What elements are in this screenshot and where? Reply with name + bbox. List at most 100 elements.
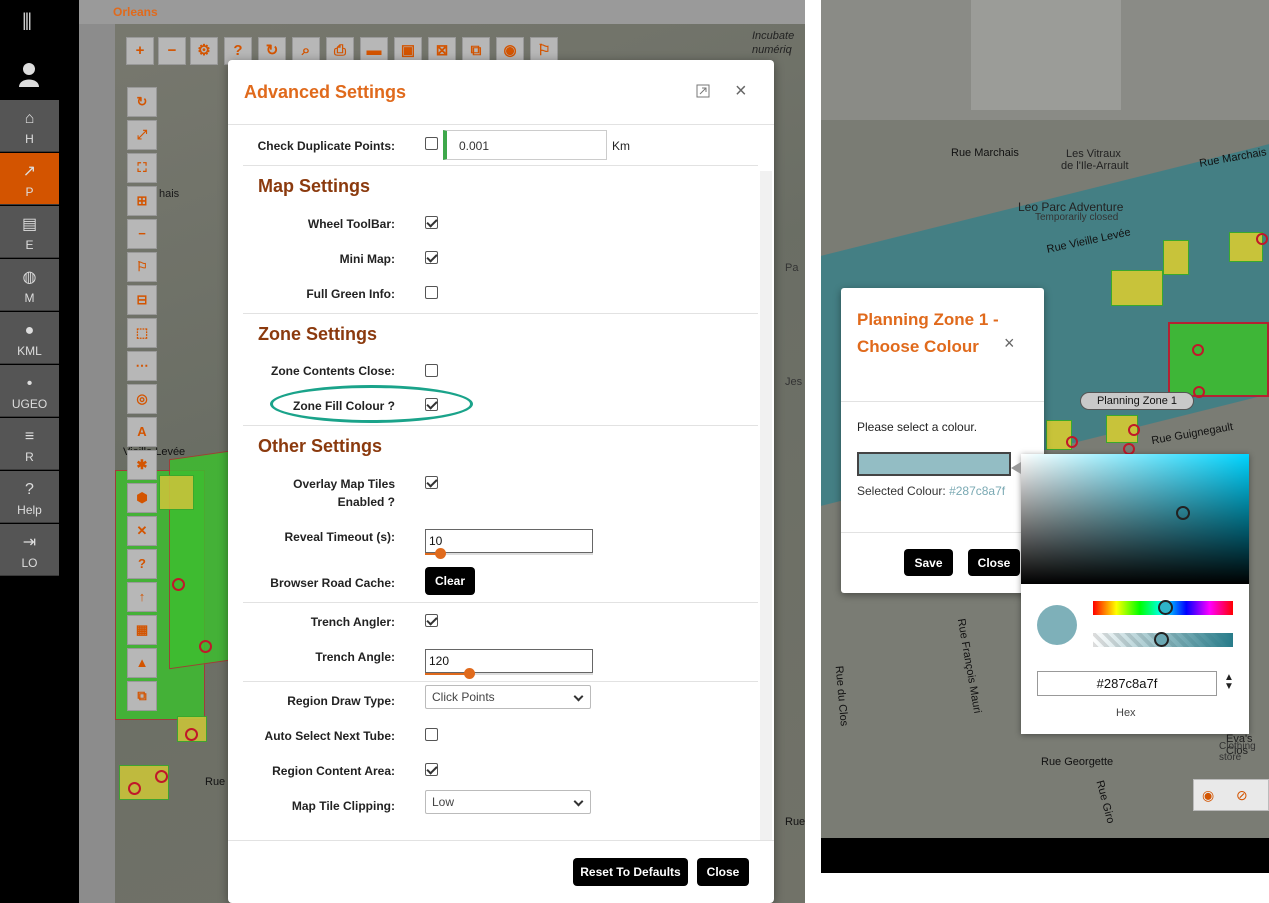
close-button[interactable]: Close xyxy=(968,549,1020,576)
save-button[interactable]: Save xyxy=(904,549,953,576)
zone-marker[interactable] xyxy=(1128,424,1140,436)
zone-marker[interactable] xyxy=(1192,344,1204,356)
duplicate-distance-input[interactable]: 0.001 xyxy=(443,130,607,160)
asterisk-icon[interactable]: ✱ xyxy=(127,450,157,480)
reset-defaults-button[interactable]: Reset To Defaults xyxy=(573,858,688,886)
expand-icon[interactable]: ⤢ xyxy=(127,120,157,150)
settings-gear-icon[interactable]: ⚙ xyxy=(190,37,218,65)
mini-map-checkbox[interactable] xyxy=(425,251,438,264)
zone-marker[interactable] xyxy=(1256,233,1268,245)
zone-marker[interactable] xyxy=(199,640,212,653)
target-icon[interactable]: ◎ xyxy=(127,384,157,414)
hexagon-icon[interactable]: ⬢ xyxy=(127,483,157,513)
reveal-slider-handle[interactable] xyxy=(435,548,446,559)
antenna-icon[interactable]: A xyxy=(127,417,157,447)
colour-swatch[interactable] xyxy=(857,452,1011,476)
zone-polygon[interactable] xyxy=(1163,240,1189,275)
region-draw-type-select[interactable]: Click Points xyxy=(425,685,591,709)
zoom-out-button[interactable]: − xyxy=(158,37,186,65)
auto-select-next-tube-checkbox[interactable] xyxy=(425,728,438,741)
menu-icon[interactable]: ||| xyxy=(22,10,32,31)
table-icon[interactable]: ⊞ xyxy=(127,186,157,216)
nav-item-help[interactable]: ? Help xyxy=(0,471,59,523)
zone-marker[interactable] xyxy=(1193,386,1205,398)
flag-icon[interactable]: ⚐ xyxy=(127,252,157,282)
zone-marker[interactable] xyxy=(1066,436,1078,448)
map-tile-clipping-label: Map Tile Clipping: xyxy=(291,799,395,813)
hue-handle[interactable] xyxy=(1158,600,1173,615)
hex-input[interactable]: #287c8a7f xyxy=(1037,671,1217,696)
map-label: Clothing store xyxy=(1219,741,1256,763)
reveal-timeout-label: Reveal Timeout (s): xyxy=(284,530,395,544)
road-icon[interactable]: ▲ xyxy=(127,648,157,678)
alpha-handle[interactable] xyxy=(1154,632,1169,647)
expand-icon[interactable] xyxy=(696,84,710,98)
sign-icon[interactable]: ⊟ xyxy=(127,285,157,315)
polygon-icon[interactable]: ⬚ xyxy=(127,318,157,348)
nav-item-home[interactable]: ⌂ H xyxy=(0,100,59,152)
close-icon[interactable]: ✕ xyxy=(127,516,157,546)
close-button[interactable]: Close xyxy=(697,858,749,886)
close-icon[interactable]: × xyxy=(735,80,747,103)
zone-polygon[interactable] xyxy=(1168,322,1269,397)
layers-icon[interactable]: ⧉ xyxy=(127,681,157,711)
wheel-toolbar-checkbox[interactable] xyxy=(425,216,438,229)
zone-label-pill[interactable]: Planning Zone 1 xyxy=(1080,392,1194,410)
format-toggle-icon[interactable]: ▲ ▼ xyxy=(1224,673,1234,692)
arrow-up-icon[interactable]: ↑ xyxy=(127,582,157,612)
trench-slider-fill xyxy=(425,673,469,675)
zone-contents-close-checkbox[interactable] xyxy=(425,364,438,377)
user-icon[interactable] xyxy=(18,62,40,88)
globe-icon: ◍ xyxy=(22,269,37,286)
trench-angler-checkbox[interactable] xyxy=(425,614,438,627)
trench-slider-handle[interactable] xyxy=(464,668,475,679)
zone-marker[interactable] xyxy=(172,578,185,591)
map-tile-clipping-select[interactable]: Low xyxy=(425,790,591,814)
map-label: Temporarily closed xyxy=(1035,212,1119,223)
nav-item-label: E xyxy=(25,238,34,252)
clear-button[interactable]: Clear xyxy=(425,567,475,595)
full-green-info-label: Full Green Info: xyxy=(306,287,395,301)
zone-marker[interactable] xyxy=(185,728,198,741)
region-content-area-checkbox[interactable] xyxy=(425,763,438,776)
zone-marker[interactable] xyxy=(155,770,168,783)
nav-item-p[interactable]: ↗ P xyxy=(0,153,59,205)
trench-angle-input[interactable]: 120 xyxy=(425,649,593,673)
nav-item-e[interactable]: ▤ E xyxy=(0,206,59,258)
share-icon: ↗ xyxy=(22,163,37,180)
map-label: Rue Giro xyxy=(1093,779,1117,825)
rotate-icon[interactable]: ↻ xyxy=(127,87,157,117)
building-icon[interactable]: ▦ xyxy=(127,615,157,645)
nav-item-kml[interactable]: ● KML xyxy=(0,312,59,364)
map-label: numériq xyxy=(752,44,792,56)
minus-icon[interactable]: − xyxy=(127,219,157,249)
question-circle-icon[interactable]: ? xyxy=(127,549,157,579)
map-label: Les Vitraux xyxy=(1066,148,1121,160)
map-label: Rue Guignegault xyxy=(1150,420,1234,448)
reveal-timeout-input[interactable]: 10 xyxy=(425,529,593,553)
zone-polygon[interactable] xyxy=(159,475,194,510)
nav-item-logout[interactable]: ⇥ LO xyxy=(0,524,59,576)
nav-item-ugeo[interactable]: • UGEO xyxy=(0,365,59,417)
full-green-info-checkbox[interactable] xyxy=(425,286,438,299)
divider xyxy=(228,840,774,841)
close-icon[interactable]: × xyxy=(1004,333,1015,354)
zone-marker[interactable] xyxy=(128,782,141,795)
reveal-slider-track[interactable] xyxy=(425,553,593,555)
saturation-value-area[interactable] xyxy=(1021,454,1249,584)
fullscreen-icon[interactable]: ⛶ xyxy=(127,153,157,183)
scrollbar[interactable] xyxy=(760,171,772,841)
zoom-in-button[interactable]: + xyxy=(126,37,154,65)
zone-polygon[interactable] xyxy=(1111,270,1163,306)
nav-item-m[interactable]: ◍ M xyxy=(0,259,59,311)
nav-item-label: UGEO xyxy=(11,397,48,411)
nav-item-r[interactable]: ≡ R xyxy=(0,418,59,470)
saturation-handle[interactable] xyxy=(1176,506,1190,520)
nav-header: ||| xyxy=(0,0,59,100)
overlay-tiles-checkbox[interactable] xyxy=(425,476,438,489)
check-duplicate-checkbox[interactable] xyxy=(425,137,438,150)
dots-icon[interactable]: ⋯ xyxy=(127,351,157,381)
eye-icon[interactable]: ◉ xyxy=(1202,787,1214,804)
eye-slash-icon[interactable]: ⊘ xyxy=(1236,787,1248,804)
dialog-title: Advanced Settings xyxy=(244,82,407,102)
